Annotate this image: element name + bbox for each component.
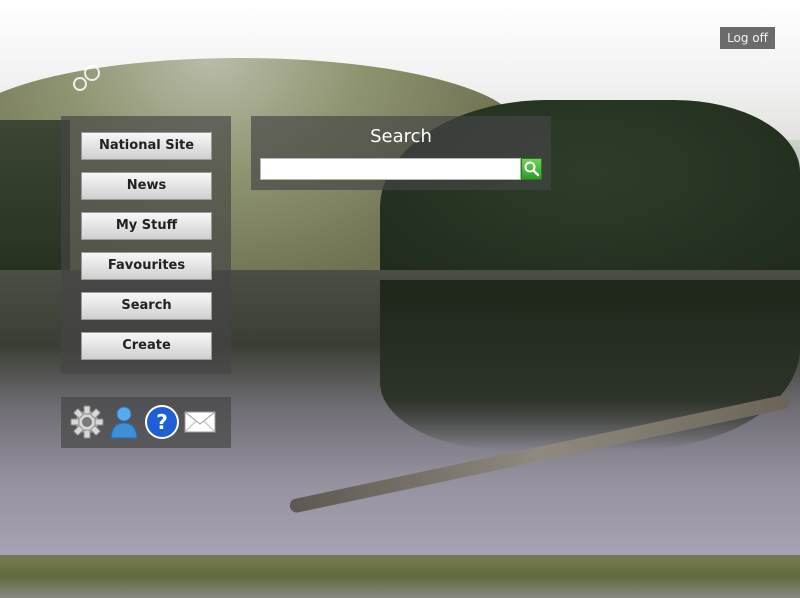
- my-stuff-button[interactable]: My Stuff: [81, 212, 212, 240]
- search-submit-button[interactable]: [521, 158, 542, 180]
- magnifier-icon: [524, 161, 540, 177]
- forest-left: [0, 120, 70, 280]
- search-panel: Search: [251, 116, 551, 190]
- search-input[interactable]: [260, 158, 521, 180]
- logoff-button[interactable]: Log off: [720, 27, 775, 49]
- create-button[interactable]: Create: [81, 332, 212, 360]
- shore-grass: [0, 555, 800, 598]
- search-nav-button[interactable]: Search: [81, 292, 212, 320]
- bubbles-decoration: [73, 65, 100, 91]
- help-icon[interactable]: ?: [144, 404, 180, 440]
- forest-reflection: [380, 280, 800, 450]
- mail-icon[interactable]: [182, 404, 218, 440]
- quick-icons-panel: ?: [61, 397, 231, 448]
- svg-text:?: ?: [156, 410, 168, 434]
- gear-icon[interactable]: [69, 404, 105, 440]
- favourites-button[interactable]: Favourites: [81, 252, 212, 280]
- user-icon[interactable]: [106, 404, 142, 440]
- news-button[interactable]: News: [81, 172, 212, 200]
- national-site-button[interactable]: National Site: [81, 132, 212, 160]
- search-title: Search: [370, 126, 432, 147]
- nav-panel: National Site News My Stuff Favourites S…: [61, 116, 231, 374]
